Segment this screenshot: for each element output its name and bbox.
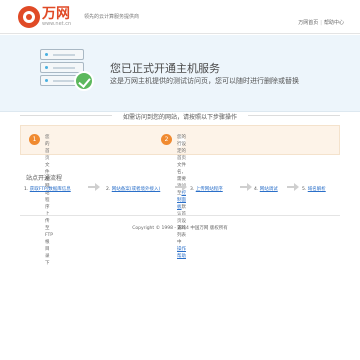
top-links: 万网首页 | 帮助中心	[298, 19, 344, 26]
operation-help-link[interactable]: 操作帮助	[177, 247, 186, 259]
step-line: 根目录下	[45, 240, 50, 266]
flow-step-number: 2.	[106, 187, 111, 192]
site-debug-link[interactable]: 网站调试	[260, 187, 278, 192]
instructions-title: 如需访问到您的网站，请按照以下步骤操作	[122, 114, 237, 121]
copyright: Copyright © 1998 - 2014 中国万网 版权所有	[132, 226, 228, 231]
arrow-right-icon	[175, 183, 187, 191]
icp-filing-link[interactable]: 网站备案(或者境外接入)	[112, 187, 161, 192]
instruction-steps: 1 您的首页文件及网站程序上传至FTP 根目录下 2 您的行设定的首页文件名，需…	[20, 125, 340, 266]
link-separator: |	[320, 20, 322, 26]
step-number: 1	[29, 134, 40, 145]
flow-step-number: 5.	[302, 187, 307, 192]
flow-step-number: 1.	[24, 187, 29, 192]
flow-title: 站点开通流程	[26, 175, 63, 182]
server-unit	[40, 49, 84, 60]
arrow-right-icon	[240, 183, 252, 191]
flow-step: 5. 域名解析	[302, 186, 326, 192]
hero-banner: 您已正式开通主机服务 这是万网主机提供的测试访问页，您可以随时进行删除或替换	[0, 35, 360, 112]
upload-program-link[interactable]: 上传网站程序	[196, 187, 223, 192]
hero-title: 您已正式开通主机服务	[110, 62, 220, 75]
step-text: 您的行设定的首页文件名，需要添加至控制面板默认首页设置的列表中 操作帮助	[177, 134, 186, 260]
ftp-info-link[interactable]: 获取FTP/数据库信息	[30, 187, 71, 192]
hero-subtitle: 这是万网主机提供的测试访问页，您可以随时进行删除或替换	[110, 77, 299, 85]
logo-mark-icon	[18, 6, 40, 28]
flow-step: 2. 网站备案(或者境外接入)	[106, 186, 160, 192]
logo-url: www.net.cn	[42, 21, 72, 27]
step-number: 2	[161, 134, 172, 145]
divider	[20, 215, 340, 216]
flow-step: 1. 获取FTP/数据库信息	[24, 186, 71, 192]
site-header: 万网 www.net.cn 领先的云计算服务提供商 万网首页 | 帮助中心	[0, 0, 360, 34]
help-center-link[interactable]: 帮助中心	[324, 20, 344, 26]
flow-step: 3. 上传网站程序	[190, 186, 223, 192]
server-unit	[40, 62, 84, 73]
arrow-right-icon	[88, 183, 100, 191]
flow-step: 4. 网站调试	[254, 186, 278, 192]
server-icon	[40, 49, 94, 91]
setup-flow: 1. 获取FTP/数据库信息 2. 网站备案(或者境外接入) 3. 上传网站程序…	[20, 182, 340, 196]
dns-resolve-link[interactable]: 域名解析	[308, 187, 326, 192]
brand-logo[interactable]: 万网 www.net.cn	[18, 6, 78, 28]
logo-text: 万网	[42, 6, 70, 22]
header-tagline: 领先的云计算服务提供商	[84, 14, 140, 20]
flow-step-number: 3.	[190, 187, 195, 192]
flow-step-number: 4.	[254, 187, 259, 192]
step-text: 您的首页文件及网站程序上传至FTP 根目录下	[45, 134, 53, 267]
arrow-right-icon	[287, 183, 299, 191]
step-line: 操作帮助	[177, 246, 186, 260]
home-link[interactable]: 万网首页	[298, 20, 318, 26]
divider	[248, 115, 340, 116]
check-icon	[74, 71, 94, 91]
